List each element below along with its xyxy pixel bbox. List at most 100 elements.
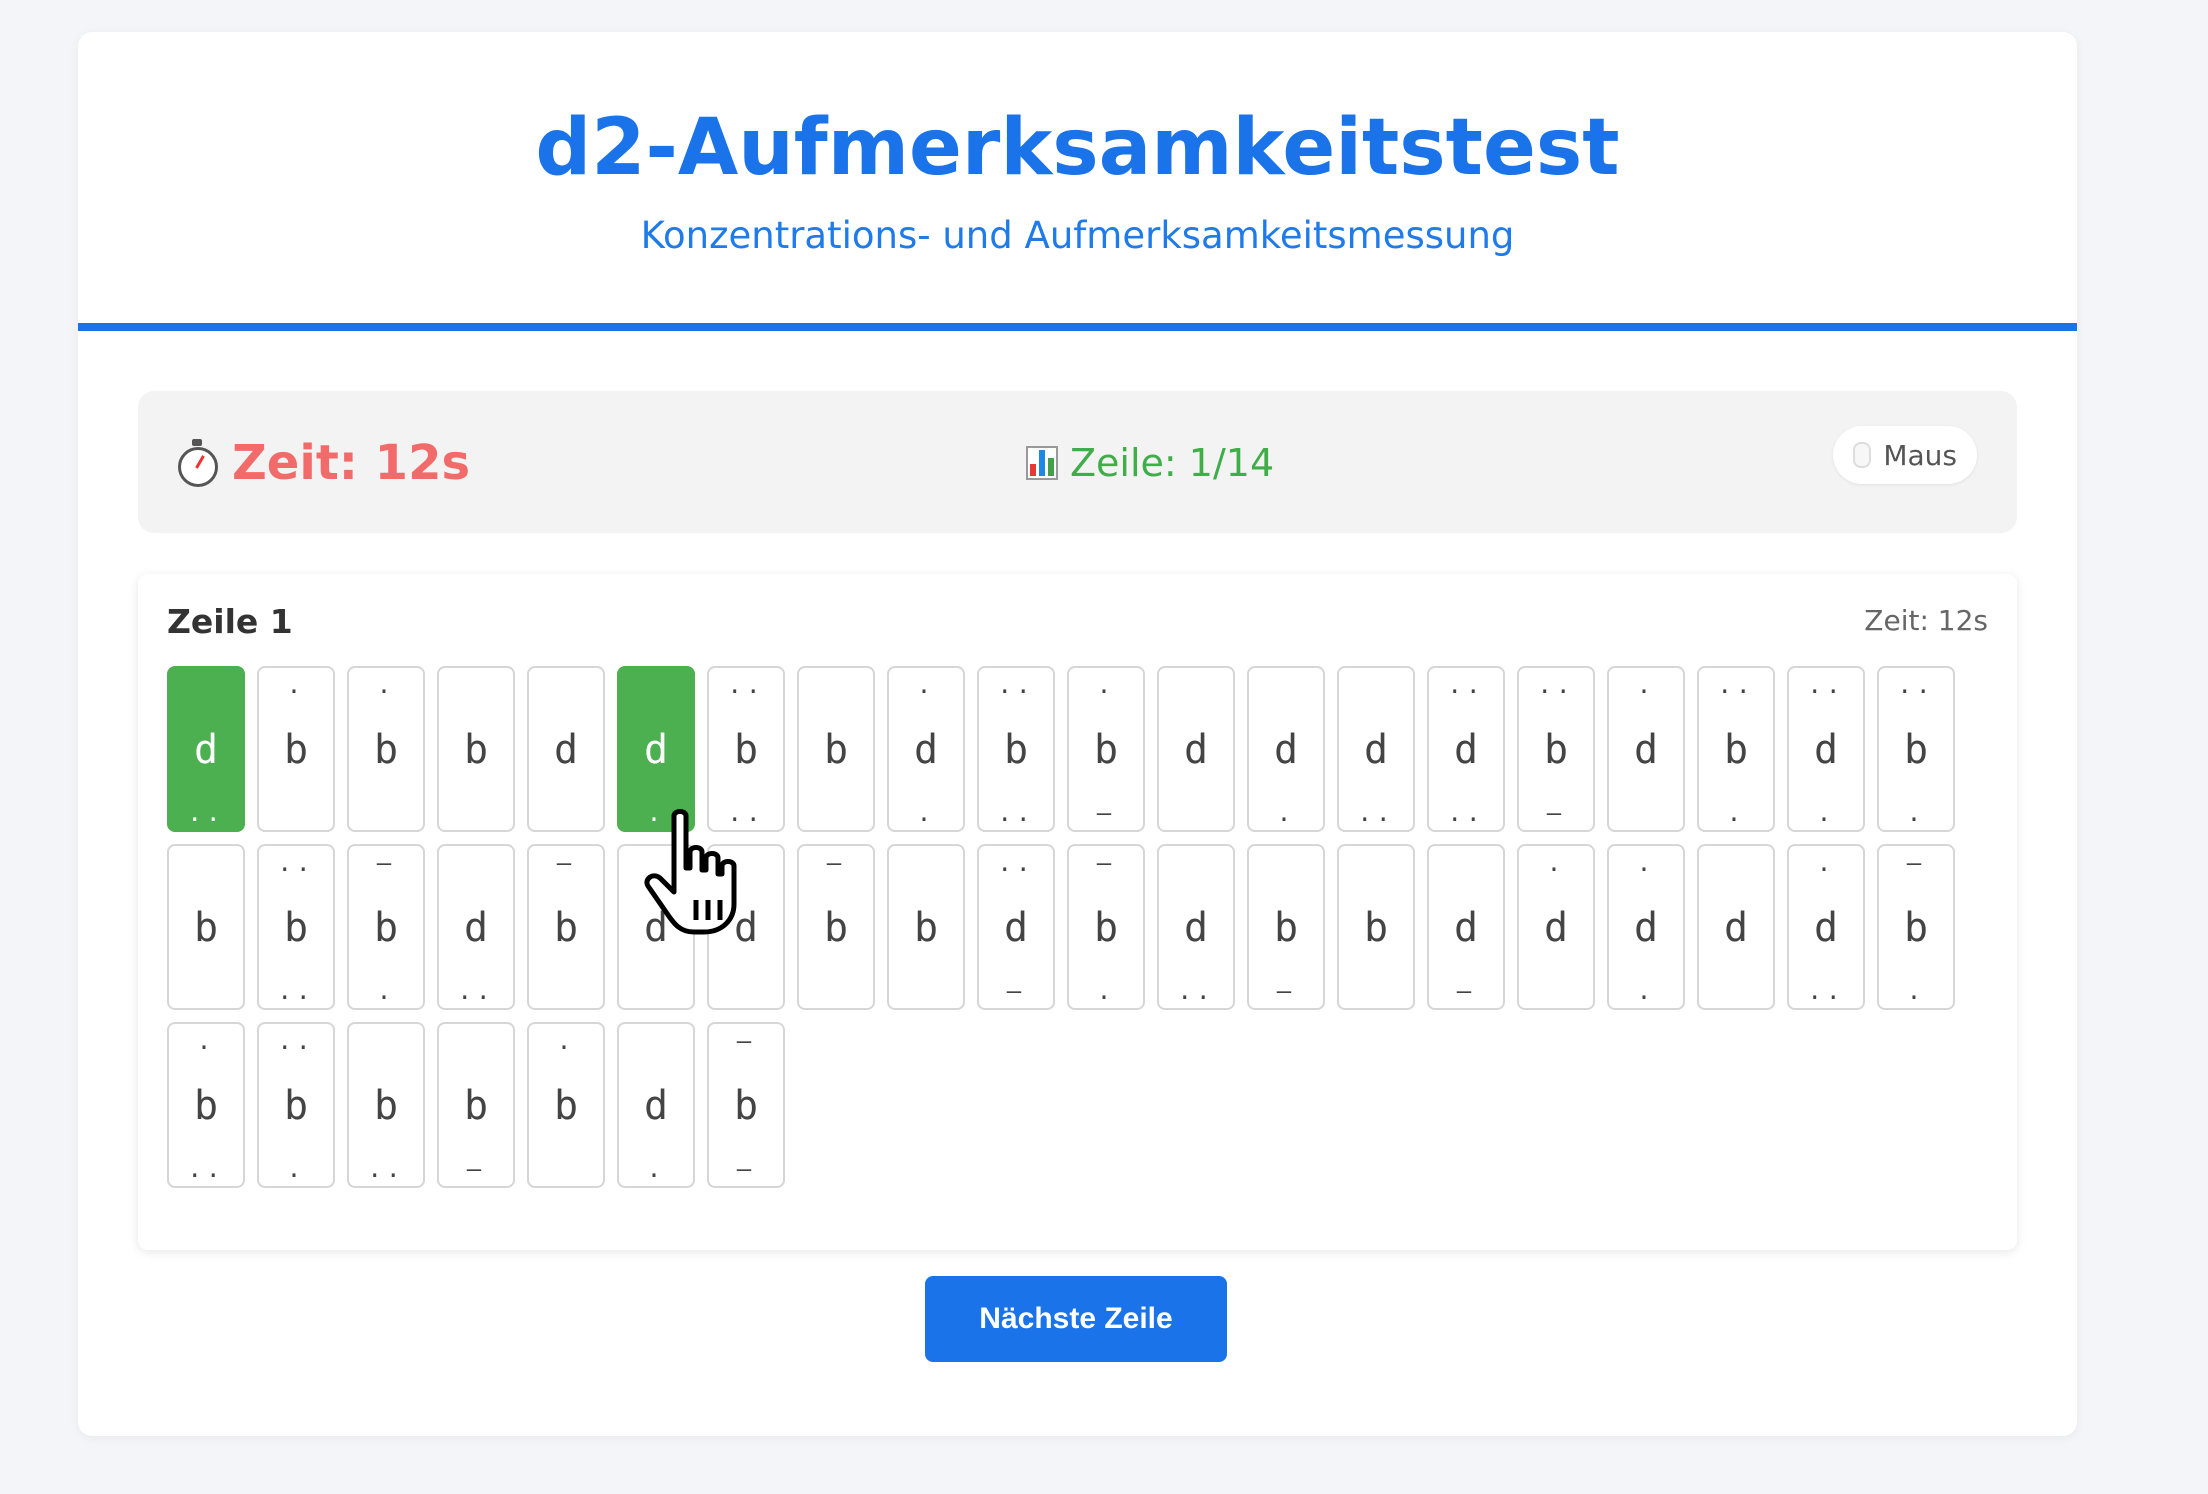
d2-item[interactable]: .b <box>257 666 335 832</box>
d2-item[interactable]: . b.. <box>167 1022 245 1188</box>
top-marks: .. <box>1717 671 1755 699</box>
d2-item[interactable]: b <box>797 666 875 832</box>
item-letter: d <box>1363 727 1389 773</box>
d2-item[interactable]: d <box>527 666 605 832</box>
item-letter: b <box>733 727 759 773</box>
d2-item[interactable]: – b. <box>347 844 425 1010</box>
d2-item[interactable]: d <box>707 844 785 1010</box>
timer: Zeit: 12s <box>176 435 470 491</box>
top-marks: – <box>376 849 396 877</box>
bottom-marks: . <box>1816 799 1836 827</box>
item-letter: b <box>733 1083 759 1129</box>
item-letter: b <box>1093 727 1119 773</box>
d2-item[interactable]: – b. <box>1067 844 1145 1010</box>
item-letter: b <box>463 727 489 773</box>
bottom-marks: .. <box>1357 799 1395 827</box>
next-row-button[interactable]: Nächste Zeile <box>925 1276 1227 1362</box>
d2-item[interactable]: – b. <box>1877 844 1955 1010</box>
d2-item[interactable]: . b – <box>1067 666 1145 832</box>
d2-item[interactable]: .. b. <box>1877 666 1955 832</box>
top-marks: . <box>196 1027 216 1055</box>
d2-item[interactable]: .. b.. <box>707 666 785 832</box>
input-mode-label: Maus <box>1883 438 1957 472</box>
top-marks: . <box>556 1027 576 1055</box>
d2-item[interactable]: d <box>1157 666 1235 832</box>
d2-item[interactable]: .d <box>1517 844 1595 1010</box>
bottom-marks: – <box>1456 977 1476 1005</box>
d2-item[interactable]: d.. <box>437 844 515 1010</box>
status-bar: Zeit: 12s Zeile: 1/14 Maus <box>138 391 2017 533</box>
d2-item[interactable]: .. b – <box>1517 666 1595 832</box>
bottom-marks: – <box>1006 977 1026 1005</box>
top-marks: . <box>1636 671 1656 699</box>
d2-item[interactable]: .d <box>1607 666 1685 832</box>
item-letter: d <box>1183 727 1209 773</box>
item-letter: b <box>823 727 849 773</box>
d2-item[interactable]: – b <box>527 844 605 1010</box>
d2-item[interactable]: d. <box>617 1022 695 1188</box>
item-letter: d <box>1453 905 1479 951</box>
bar-chart-icon <box>1026 446 1058 480</box>
d2-item[interactable]: . d.. <box>1787 844 1865 1010</box>
bottom-marks: – <box>1546 799 1566 827</box>
bottom-marks: .. <box>187 1155 225 1183</box>
d2-item[interactable]: d.. <box>167 666 245 832</box>
bottom-marks: .. <box>457 977 495 1005</box>
d2-item[interactable]: d – <box>1427 844 1505 1010</box>
d2-item[interactable]: .. b.. <box>257 844 335 1010</box>
item-letter: d <box>1633 905 1659 951</box>
item-letter: d <box>1723 905 1749 951</box>
input-mode-badge[interactable]: Maus <box>1833 426 1977 484</box>
item-letter: d <box>1813 727 1839 773</box>
top-marks: . <box>1636 849 1656 877</box>
bottom-marks: .. <box>727 799 765 827</box>
item-letter: b <box>283 727 309 773</box>
d2-item[interactable]: .. b. <box>1697 666 1775 832</box>
bottom-marks: .. <box>367 1155 405 1183</box>
d2-item[interactable]: b <box>1337 844 1415 1010</box>
item-letter: d <box>1003 905 1029 951</box>
item-letter: b <box>193 1083 219 1129</box>
d2-item[interactable]: d <box>617 844 695 1010</box>
d2-item[interactable]: .b <box>347 666 425 832</box>
d2-item[interactable]: b <box>167 844 245 1010</box>
d2-item[interactable]: .. d – <box>977 844 1055 1010</box>
d2-item[interactable]: .. d. <box>1787 666 1865 832</box>
top-marks: . <box>916 671 936 699</box>
d2-item[interactable]: b <box>887 844 965 1010</box>
d2-item[interactable]: – b <box>797 844 875 1010</box>
bottom-marks: . <box>1096 977 1116 1005</box>
d2-item[interactable]: .. b. <box>257 1022 335 1188</box>
bottom-marks: . <box>286 1155 306 1183</box>
item-letter: b <box>283 905 309 951</box>
d2-item[interactable]: d. <box>1247 666 1325 832</box>
item-letter: d <box>463 905 489 951</box>
d2-item[interactable]: .. d.. <box>1427 666 1505 832</box>
bottom-marks: . <box>646 1155 666 1183</box>
top-marks: .. <box>1537 671 1575 699</box>
d2-item[interactable]: b – <box>437 1022 515 1188</box>
row-progress-text: Zeile: 1/14 <box>1070 441 1275 485</box>
header: d2-Aufmerksamkeitstest Konzentrations- u… <box>78 32 2077 331</box>
d2-item[interactable]: . d. <box>887 666 965 832</box>
d2-item[interactable]: d.. <box>1157 844 1235 1010</box>
d2-item[interactable]: b – <box>1247 844 1325 1010</box>
d2-item[interactable]: .. b.. <box>977 666 1055 832</box>
d2-item[interactable]: d <box>1697 844 1775 1010</box>
d2-item[interactable]: – b – <box>707 1022 785 1188</box>
d2-item[interactable]: b.. <box>347 1022 425 1188</box>
top-marks: – <box>556 849 576 877</box>
item-letter: d <box>643 727 669 773</box>
item-letter: b <box>1543 727 1569 773</box>
d2-item[interactable]: d.. <box>1337 666 1415 832</box>
d2-item[interactable]: .b <box>527 1022 605 1188</box>
item-letter: b <box>553 1083 579 1129</box>
bottom-marks: – <box>466 1155 486 1183</box>
item-letter: b <box>1903 905 1929 951</box>
d2-item[interactable]: d. <box>617 666 695 832</box>
item-letter: b <box>373 1083 399 1129</box>
item-letter: d <box>553 727 579 773</box>
top-marks: .. <box>1897 671 1935 699</box>
d2-item[interactable]: . d. <box>1607 844 1685 1010</box>
d2-item[interactable]: b <box>437 666 515 832</box>
